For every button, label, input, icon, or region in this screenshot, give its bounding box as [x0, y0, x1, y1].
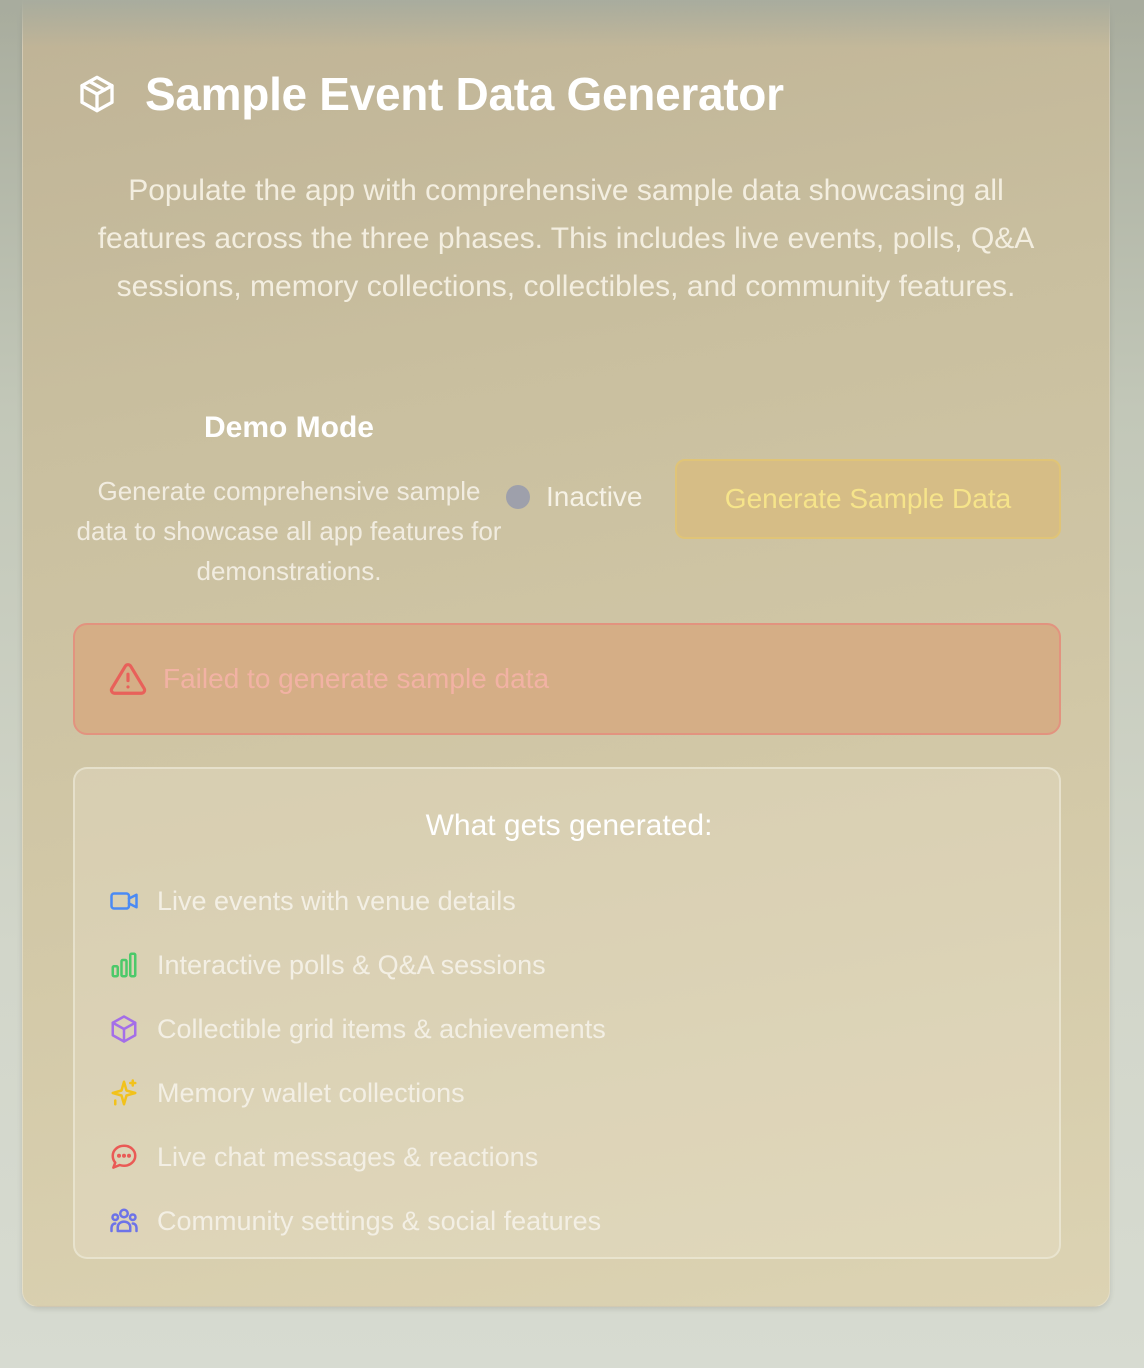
status-dot: [506, 485, 530, 509]
top-fade: [0, 0, 1144, 48]
cube-icon: [109, 1014, 139, 1044]
error-message: Failed to generate sample data: [163, 663, 550, 694]
warning-triangle-icon: [109, 660, 147, 698]
status-indicator: Inactive: [506, 481, 643, 513]
feature-label: Memory wallet collections: [157, 1077, 465, 1108]
video-camera-icon: [109, 886, 139, 916]
chat-bubble-icon: [109, 1142, 139, 1172]
users-icon: [109, 1206, 139, 1236]
intro-description: Populate the app with comprehensive samp…: [97, 174, 1035, 303]
list-item: Collectible grid items & achievements: [109, 997, 606, 1061]
list-item: Live events with venue details: [109, 869, 606, 933]
feature-label: Community settings & social features: [157, 1205, 602, 1236]
features-title: What gets generated:: [425, 809, 713, 842]
feature-label: Collectible grid items & achievements: [157, 1013, 606, 1044]
feature-list: Live events with venue details Interacti…: [109, 869, 606, 1253]
demo-mode-heading: Demo Mode: [203, 411, 374, 444]
feature-label: Live chat messages & reactions: [157, 1141, 539, 1172]
feature-label: Interactive polls & Q&A sessions: [157, 949, 546, 980]
list-item: Community settings & social features: [109, 1189, 606, 1253]
list-item: Interactive polls & Q&A sessions: [109, 933, 606, 997]
title-row: Sample Event Data Generator: [77, 67, 784, 121]
demo-mode-description: Generate comprehensive sample data to sh…: [76, 476, 502, 586]
page-title: Sample Event Data Generator: [145, 68, 784, 120]
error-alert: Failed to generate sample data: [73, 623, 1061, 735]
feature-label: Live events with venue details: [157, 885, 516, 916]
generator-card: Sample Event Data Generator Populate the…: [22, 0, 1110, 1307]
features-panel: What gets generated: Live events with ve…: [73, 767, 1061, 1259]
status-label: Inactive: [546, 481, 643, 512]
list-item: Live chat messages & reactions: [109, 1125, 606, 1189]
generate-sample-data-button[interactable]: Generate Sample Data: [675, 459, 1061, 539]
cube-icon: [77, 74, 117, 114]
sparkles-icon: [109, 1078, 139, 1108]
bar-chart-icon: [109, 950, 139, 980]
list-item: Memory wallet collections: [109, 1061, 606, 1125]
